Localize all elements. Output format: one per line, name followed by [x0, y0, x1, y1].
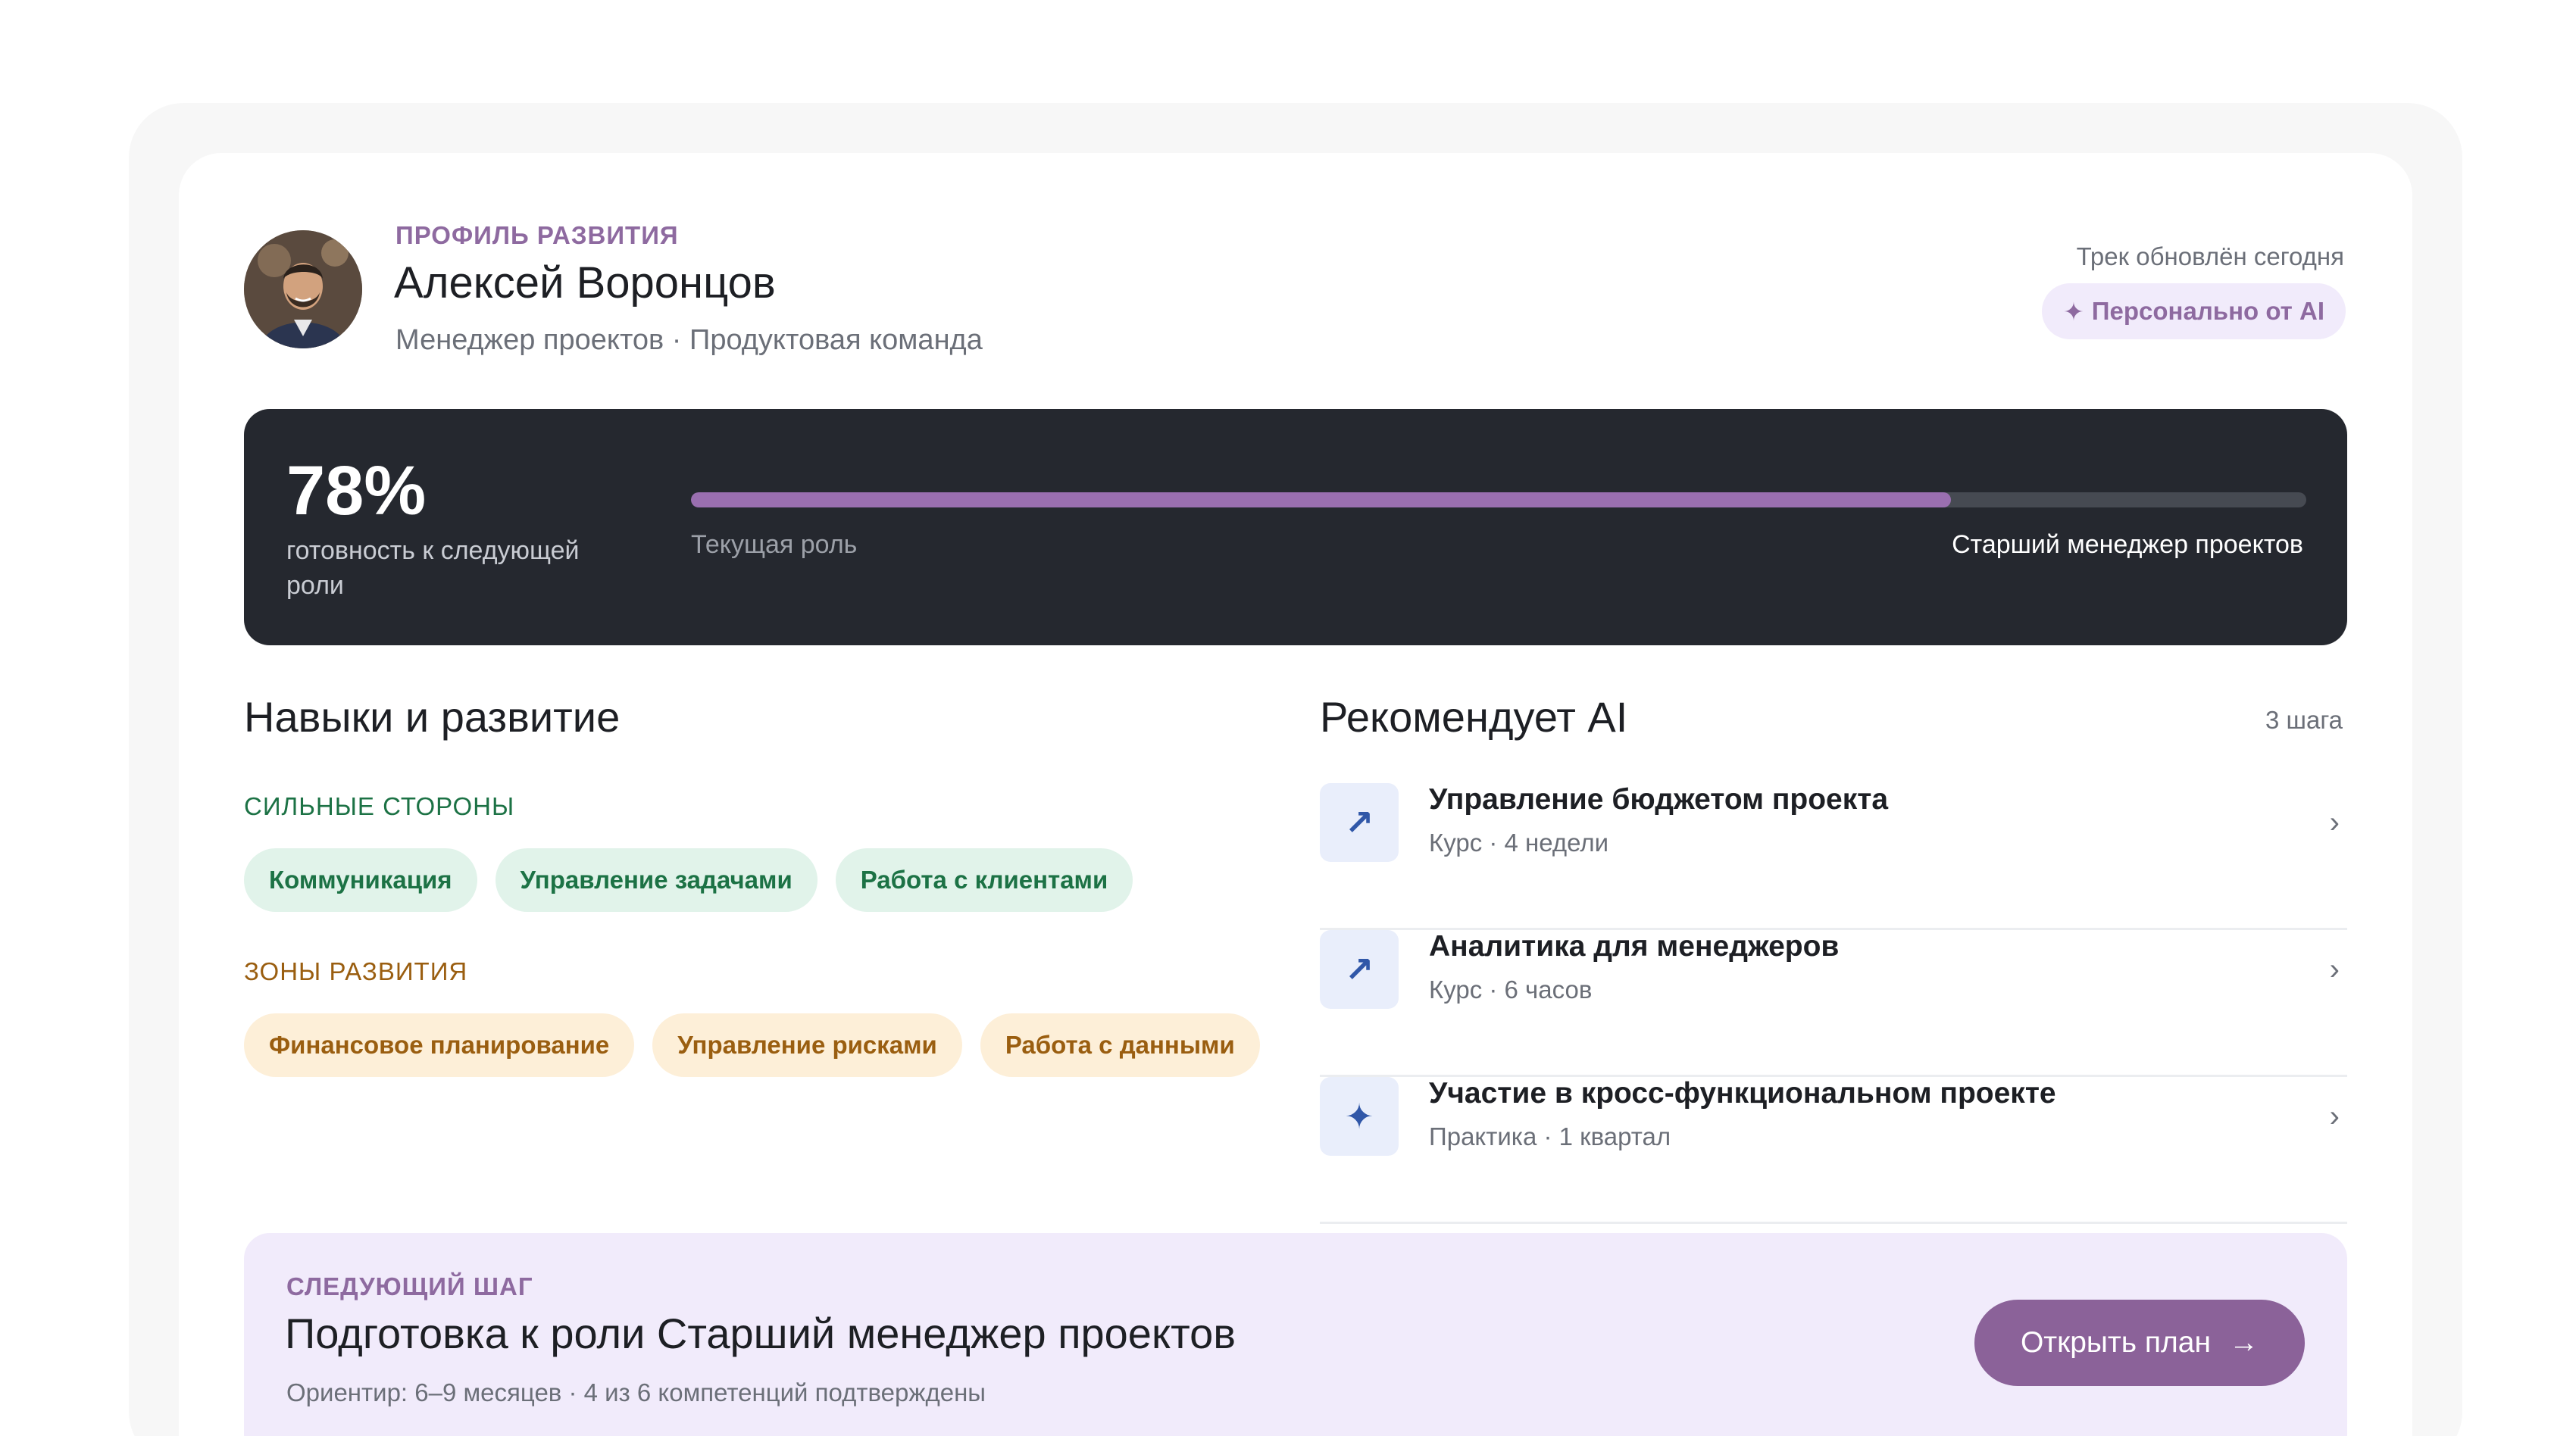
skills-section-title: Навыки и развитие: [244, 693, 621, 741]
profile-card: ПРОФИЛЬ РАЗВИТИЯ Алексей Воронцов Менедж…: [179, 153, 2412, 1436]
recommendation-item[interactable]: ↗ Управление бюджетом проекта Курс · 4 н…: [1320, 783, 2347, 930]
sparkle-icon: ✦: [2063, 297, 2084, 326]
open-plan-label: Открыть план: [2020, 1326, 2212, 1359]
strengths-chip-list: Коммуникация Управление задачами Работа …: [244, 848, 1133, 912]
employee-name: Алексей Воронцов: [394, 258, 776, 307]
chevron-right-icon[interactable]: ›: [2330, 953, 2340, 987]
arrow-up-right-icon: ↗: [1320, 783, 1399, 862]
recommendation-meta: Курс · 6 часов: [1429, 976, 1593, 1004]
recommendation-title: Аналитика для менеджеров: [1429, 930, 1840, 963]
recommendation-title: Управление бюджетом проекта: [1429, 783, 1889, 816]
recommendation-meta: Практика · 1 квартал: [1429, 1122, 1671, 1150]
strengths-label: СИЛЬНЫЕ СТОРОНЫ: [244, 792, 515, 820]
recommendation-meta: Курс · 4 недели: [1429, 829, 1609, 857]
growth-chip: Управление рисками: [652, 1013, 962, 1077]
recommendation-title: Участие в кросс-функциональном проекте: [1429, 1077, 2056, 1110]
readiness-progress-bar: [691, 492, 2306, 507]
recommendations-title: Рекомендует AI: [1320, 693, 1628, 741]
employee-role: Менеджер проектов · Продуктовая команда: [395, 324, 983, 356]
strength-chip: Работа с клиентами: [835, 848, 1133, 912]
readiness-progress-fill: [691, 492, 1951, 507]
growth-chip: Работа с данными: [980, 1013, 1260, 1077]
readiness-label: готовность к следующей роли: [286, 536, 580, 600]
recommendations-count: 3 шага: [2265, 706, 2343, 734]
strength-chip: Коммуникация: [244, 848, 477, 912]
ai-personal-badge: ✦ Персонально от AI: [2042, 283, 2346, 339]
target-role-label: Старший менеджер проектов: [1952, 530, 2303, 559]
readiness-percent: 78%: [286, 452, 427, 529]
arrow-right-icon: →: [2229, 1326, 2259, 1359]
recommendations-list: ↗ Управление бюджетом проекта Курс · 4 н…: [1320, 783, 2347, 1224]
current-role-label: Текущая роль: [691, 530, 858, 559]
arrow-up-right-icon: ↗: [1320, 930, 1399, 1009]
recommendation-item[interactable]: ↗ Аналитика для менеджеров Курс · 6 часо…: [1320, 930, 2347, 1077]
avatar: [244, 230, 362, 348]
next-step-title: Подготовка к роли Старший менеджер проек…: [285, 1310, 1236, 1357]
next-step-subtitle: Ориентир: 6–9 месяцев · 4 из 6 компетенц…: [286, 1378, 986, 1406]
chevron-right-icon[interactable]: ›: [2330, 1100, 2340, 1134]
next-step-panel: СЛЕДУЮЩИЙ ШАГ Подготовка к роли Старший …: [244, 1233, 2347, 1436]
track-updated-text: Трек обновлён сегодня: [2076, 242, 2344, 270]
profile-eyebrow: ПРОФИЛЬ РАЗВИТИЯ: [395, 221, 679, 249]
open-plan-button[interactable]: Открыть план →: [1974, 1300, 2305, 1386]
readiness-panel: 78% готовность к следующей роли Текущая …: [244, 409, 2347, 645]
growth-chip: Финансовое планирование: [244, 1013, 635, 1077]
sparkle-icon: ✦: [1320, 1077, 1399, 1156]
growth-chip-list: Финансовое планирование Управление риска…: [244, 1013, 1260, 1077]
ai-badge-label: Персонально от AI: [2091, 297, 2324, 325]
next-step-eyebrow: СЛЕДУЮЩИЙ ШАГ: [286, 1272, 533, 1300]
growth-areas-label: ЗОНЫ РАЗВИТИЯ: [244, 957, 468, 985]
strength-chip: Управление задачами: [495, 848, 818, 912]
recommendation-item[interactable]: ✦ Участие в кросс-функциональном проекте…: [1320, 1077, 2347, 1224]
chevron-right-icon[interactable]: ›: [2330, 806, 2340, 840]
